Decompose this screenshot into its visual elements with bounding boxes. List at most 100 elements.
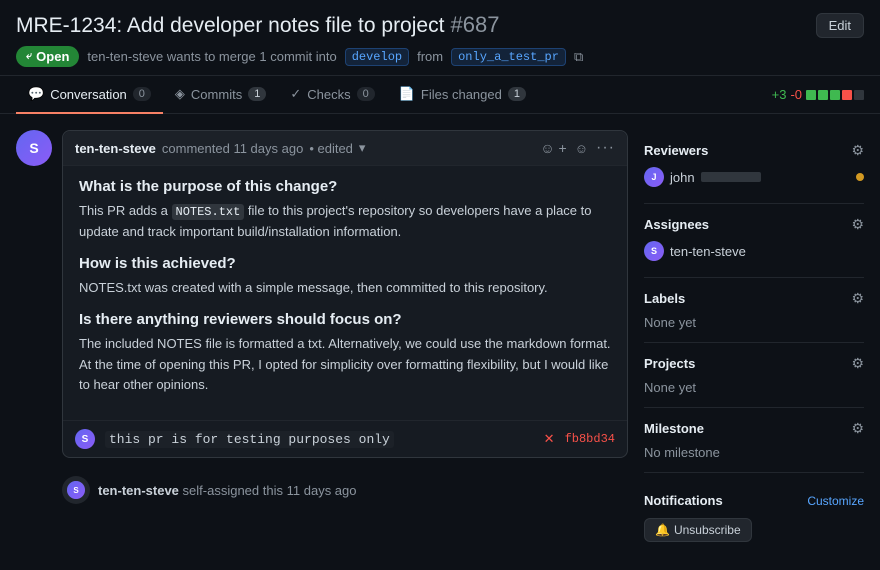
- section-heading-2: How is this achieved?: [79, 255, 611, 272]
- emoji-reaction-button[interactable]: ☺ +: [540, 140, 566, 156]
- assignee-name[interactable]: ten-ten-steve: [670, 244, 746, 259]
- notifications-header: Notifications Customize: [644, 485, 864, 512]
- conversation-icon: 💬: [28, 86, 44, 102]
- edit-button[interactable]: Edit: [816, 13, 864, 38]
- section-body-2: NOTES.txt was created with a simple mess…: [79, 278, 611, 299]
- assignee-row: S ten-ten-steve: [644, 241, 864, 261]
- comment-time: commented 11 days ago: [162, 141, 303, 156]
- tab-conversation[interactable]: 💬 Conversation 0: [16, 76, 163, 114]
- more-options-button[interactable]: ···: [596, 139, 615, 157]
- comment-meta-right: ☺ + ☺ ···: [540, 139, 615, 157]
- pr-meta-author: ten-ten-steve wants to merge 1 commit in…: [87, 49, 336, 64]
- right-panel: Reviewers ⚙ J john Assignees ⚙: [644, 130, 864, 554]
- diff-removals: -0: [790, 87, 802, 102]
- event-time: 11 days ago: [287, 483, 357, 498]
- commit-row: S this pr is for testing purposes only ✕…: [63, 420, 627, 457]
- edited-tag[interactable]: • edited: [309, 141, 353, 156]
- section-heading-1: What is the purpose of this change?: [79, 178, 611, 195]
- pr-title-text: MRE-1234: Add developer notes file to pr…: [16, 12, 500, 38]
- projects-title: Projects: [644, 356, 695, 371]
- comment-wrapper: S ten-ten-steve commented 11 days ago • …: [16, 130, 628, 510]
- notifications-section: Notifications Customize 🔔 Unsubscribe: [644, 473, 864, 554]
- smile-icon[interactable]: ☺: [575, 141, 588, 156]
- section-heading-3: Is there anything reviewers should focus…: [79, 311, 611, 328]
- commits-icon: ◈: [175, 86, 185, 102]
- milestone-section: Milestone ⚙ No milestone: [644, 408, 864, 473]
- left-panel: S ten-ten-steve commented 11 days ago • …: [16, 130, 628, 554]
- commit-author-avatar: S: [75, 429, 95, 449]
- reviewer-row: J john: [644, 167, 864, 187]
- assignees-header: Assignees ⚙: [644, 216, 864, 233]
- assignees-content: S ten-ten-steve: [644, 241, 864, 261]
- unsubscribe-button[interactable]: 🔔 Unsubscribe: [644, 518, 752, 542]
- pr-title-row: MRE-1234: Add developer notes file to pr…: [16, 12, 864, 38]
- notes-code: NOTES.txt: [172, 204, 245, 220]
- merge-icon: ⤶: [26, 50, 32, 63]
- assignees-gear-icon[interactable]: ⚙: [851, 216, 864, 233]
- reviewer-avatar: J: [644, 167, 664, 187]
- milestone-gear-icon[interactable]: ⚙: [851, 420, 864, 437]
- reviewer-name-blurred: [701, 172, 761, 182]
- milestone-content: No milestone: [644, 445, 864, 460]
- reviewers-header: Reviewers ⚙: [644, 142, 864, 159]
- comment-author-name[interactable]: ten-ten-steve: [75, 141, 156, 156]
- reviewers-section: Reviewers ⚙ J john: [644, 130, 864, 204]
- reviewer-status-dot: [856, 173, 864, 181]
- notifications-title: Notifications: [644, 493, 723, 508]
- base-branch[interactable]: develop: [345, 48, 409, 66]
- milestone-title: Milestone: [644, 421, 704, 436]
- reviewers-content: J john: [644, 167, 864, 187]
- comment-box: ten-ten-steve commented 11 days ago • ed…: [62, 130, 628, 458]
- projects-section: Projects ⚙ None yet: [644, 343, 864, 408]
- pr-meta: ⤶ Open ten-ten-steve wants to merge 1 co…: [16, 46, 864, 67]
- projects-header: Projects ⚙: [644, 355, 864, 372]
- event-user[interactable]: ten-ten-steve: [98, 483, 179, 498]
- event-text: ten-ten-steve self-assigned this 11 days…: [98, 483, 357, 498]
- tab-files-changed[interactable]: 📄 Files changed 1: [387, 76, 538, 114]
- commit-message: this pr is for testing purposes only: [105, 431, 394, 448]
- head-branch[interactable]: only_a_test_pr: [451, 48, 566, 66]
- milestone-header: Milestone ⚙: [644, 420, 864, 437]
- tab-commits[interactable]: ◈ Commits 1: [163, 76, 278, 114]
- page-header: MRE-1234: Add developer notes file to pr…: [0, 0, 880, 76]
- comment-author-avatar: S: [16, 130, 52, 166]
- assignees-title: Assignees: [644, 217, 709, 232]
- files-icon: 📄: [399, 86, 415, 102]
- diff-bar-5: [854, 90, 864, 100]
- diff-bar-4: [842, 90, 852, 100]
- commit-text: this pr is for testing purposes only: [105, 431, 534, 447]
- event-icon: S: [62, 476, 90, 504]
- comment-body: What is the purpose of this change? This…: [63, 166, 627, 420]
- diff-bar-3: [830, 90, 840, 100]
- from-text: from: [417, 49, 443, 64]
- assignee-avatar: S: [644, 241, 664, 261]
- commit-hash[interactable]: fb8bd34: [565, 432, 615, 446]
- diff-bar-1: [806, 90, 816, 100]
- pr-number: #687: [451, 12, 500, 37]
- reviewer-name[interactable]: john: [670, 170, 695, 185]
- unsubscribe-icon: 🔔: [655, 523, 670, 537]
- diff-additions: +3: [772, 87, 787, 102]
- projects-gear-icon[interactable]: ⚙: [851, 355, 864, 372]
- event-row: S ten-ten-steve self-assigned this 11 da…: [62, 470, 628, 510]
- event-avatar: S: [67, 481, 85, 499]
- reviewers-title: Reviewers: [644, 143, 708, 158]
- edited-chevron-icon[interactable]: ▾: [359, 140, 366, 156]
- main-content: S ten-ten-steve commented 11 days ago • …: [0, 114, 880, 570]
- labels-gear-icon[interactable]: ⚙: [851, 290, 864, 307]
- labels-content: None yet: [644, 315, 864, 330]
- projects-content: None yet: [644, 380, 864, 395]
- section-body-1: This PR adds a NOTES.txt file to this pr…: [79, 201, 611, 243]
- section-body-3: The included NOTES file is formatted a t…: [79, 334, 611, 396]
- comment-meta-left: ten-ten-steve commented 11 days ago • ed…: [75, 140, 365, 156]
- tab-checks[interactable]: ✓ Checks 0: [278, 76, 386, 114]
- comment-container: ten-ten-steve commented 11 days ago • ed…: [62, 130, 628, 510]
- tabs-bar: 💬 Conversation 0 ◈ Commits 1 ✓ Checks 0 …: [0, 76, 880, 114]
- labels-header: Labels ⚙: [644, 290, 864, 307]
- copy-icon[interactable]: ⧉: [574, 49, 583, 65]
- diff-bar-2: [818, 90, 828, 100]
- reviewers-gear-icon[interactable]: ⚙: [851, 142, 864, 159]
- customize-link[interactable]: Customize: [807, 494, 864, 508]
- diff-bar-chart: [806, 90, 864, 100]
- commits-count: 1: [248, 87, 266, 101]
